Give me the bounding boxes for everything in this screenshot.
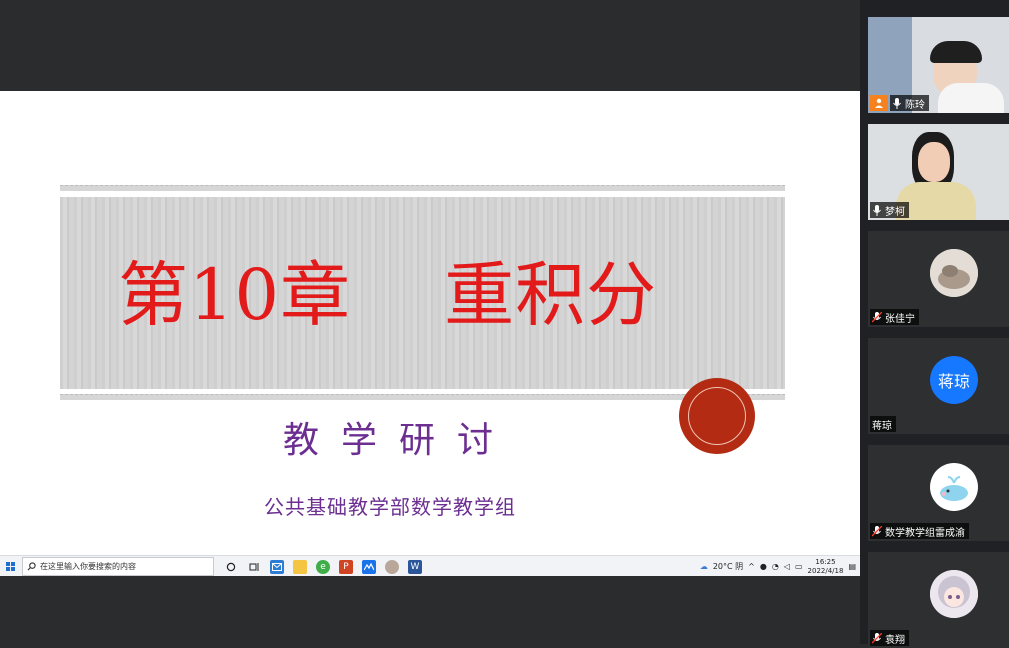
participant-name-tag: 数学教学组雷成渝 <box>870 523 969 539</box>
volume-icon[interactable]: ◁ <box>784 562 790 571</box>
word-icon[interactable]: W <box>408 559 422 574</box>
bottom-dark-bar <box>0 576 860 644</box>
weather-cloud-icon: ☁ <box>699 562 708 571</box>
network-icon[interactable]: ◔ <box>772 562 779 571</box>
meeting-app-icon[interactable] <box>362 559 376 574</box>
mail-icon[interactable] <box>270 559 284 574</box>
microphone-muted-icon <box>872 311 882 323</box>
presentation-slide: 第10章 重积分 教学研讨 公共基础教学部数学教学组 <box>0 91 860 555</box>
chevron-up-icon[interactable]: ^ <box>748 562 755 571</box>
participant-name-tag: 张佳宁 <box>870 309 919 325</box>
participant-name: 陈玲 <box>905 99 925 111</box>
participant-name: 蒋琼 <box>872 420 892 432</box>
battery-icon[interactable]: ▭ <box>795 562 803 571</box>
whale-cartoon-avatar-icon <box>930 463 978 511</box>
participant-tile[interactable]: 张佳宁 <box>868 231 1009 327</box>
top-dark-bar <box>0 0 860 91</box>
participant-tile[interactable]: 袁翔 <box>868 552 1009 648</box>
participant-tile[interactable]: 蒋琼 蒋琼 <box>868 338 1009 434</box>
participant-name-tag: 梦柯 <box>870 202 909 218</box>
windows-logo-icon <box>5 562 15 571</box>
participant-name-tag: 陈玲 <box>890 95 929 111</box>
clock-date: 2022/4/18 <box>807 566 844 575</box>
slide-title: 第10章 重积分 <box>118 254 658 336</box>
search-icon <box>27 562 36 571</box>
wechat-tray-icon[interactable]: ● <box>760 562 767 571</box>
participant-name: 张佳宁 <box>885 313 915 325</box>
participant-name: 梦柯 <box>885 206 905 218</box>
taskbar-search-box[interactable]: 在这里输入你要搜索的内容 <box>22 557 214 576</box>
participant-hair <box>930 41 982 63</box>
slide-organization: 公共基础教学部数学教学组 <box>264 495 516 519</box>
powerpoint-icon[interactable]: P <box>339 559 353 574</box>
system-clock[interactable]: 16:25 2022/4/18 <box>808 558 844 576</box>
stone-photo-avatar-icon <box>930 249 978 297</box>
participant-name: 数学教学组雷成渝 <box>885 527 965 539</box>
microphone-icon <box>872 204 882 216</box>
bottom-decorative-stripe <box>60 394 785 400</box>
browser-icon[interactable]: e <box>316 559 330 574</box>
start-button[interactable] <box>2 559 18 575</box>
task-view-icon[interactable] <box>247 560 261 574</box>
weather-text[interactable]: 20°C 阴 <box>713 561 743 572</box>
windows-taskbar: 在这里输入你要搜索的内容 e P W ☁ 20°C 阴 ^ ● ◔ ◁ ▭ 16… <box>0 555 860 577</box>
participant-name-tag: 蒋琼 <box>870 416 896 432</box>
participant-tile[interactable]: 陈玲 <box>868 17 1009 113</box>
participant-face <box>918 142 950 182</box>
top-decorative-stripe <box>60 185 785 191</box>
participant-shirt <box>938 83 1004 113</box>
participant-tile[interactable]: 数学教学组雷成渝 <box>868 445 1009 541</box>
system-tray: ☁ 20°C 阴 ^ ● ◔ ◁ ▭ 16:25 2022/4/18 ▤ <box>700 558 860 576</box>
slide-subtitle: 教学研讨 <box>283 420 516 461</box>
red-seal-ring <box>688 387 746 445</box>
anime-girl-avatar-icon <box>930 570 978 618</box>
host-badge-icon <box>870 95 888 111</box>
microphone-muted-icon <box>872 525 882 537</box>
user-photo-app-icon[interactable] <box>385 559 399 574</box>
clock-time: 16:25 <box>815 557 836 566</box>
cortana-icon[interactable] <box>224 560 238 574</box>
participant-tile[interactable]: 梦柯 <box>868 124 1009 220</box>
notification-icon[interactable]: ▤ <box>848 562 856 571</box>
text-avatar: 蒋琼 <box>930 356 978 404</box>
search-placeholder: 在这里输入你要搜索的内容 <box>40 562 136 571</box>
participant-name: 袁翔 <box>885 634 905 646</box>
file-explorer-icon[interactable] <box>293 559 307 574</box>
microphone-icon <box>892 97 902 109</box>
microphone-muted-icon <box>872 632 882 644</box>
